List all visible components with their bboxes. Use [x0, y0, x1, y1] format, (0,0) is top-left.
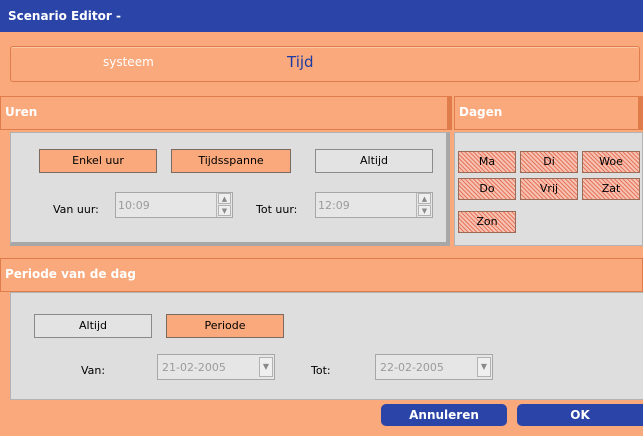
day-zon[interactable]: Zon — [458, 211, 516, 233]
tot-uur-value: 12:09 — [318, 199, 350, 212]
day-di[interactable]: Di — [520, 151, 578, 173]
altijd-periode-button[interactable]: Altijd — [34, 314, 152, 338]
arrow-down-icon[interactable]: ▼ — [418, 205, 431, 216]
day-woe[interactable]: Woe — [582, 151, 640, 173]
tab-underline — [0, 82, 643, 94]
enkel-uur-button[interactable]: Enkel uur — [39, 149, 157, 173]
tot-date-value: 22-02-2005 — [380, 361, 444, 374]
van-uur-spin-arrows: ▲ ▼ — [216, 193, 232, 217]
van-uur-value: 10:09 — [118, 199, 150, 212]
tot-uur-spinner[interactable]: 12:09 ▲ ▼ — [315, 192, 433, 218]
tot-uur-label: Tot uur: — [256, 203, 298, 216]
tot-date-select[interactable]: 22-02-2005 ▼ — [375, 354, 493, 380]
day-do[interactable]: Do — [458, 178, 516, 200]
tijdsspanne-button[interactable]: Tijdsspanne — [171, 149, 291, 173]
arrow-up-icon[interactable]: ▲ — [218, 193, 231, 204]
dagen-header: Dagen — [454, 96, 643, 130]
chevron-down-icon[interactable]: ▼ — [259, 357, 273, 377]
arrow-up-icon[interactable]: ▲ — [418, 193, 431, 204]
annuleren-button[interactable]: Annuleren — [381, 404, 507, 426]
uren-panel: Enkel uur Tijdsspanne Altijd Van uur: 10… — [10, 132, 450, 246]
day-ma[interactable]: Ma — [458, 151, 516, 173]
window-title: Scenario Editor - — [0, 0, 643, 32]
chevron-down-icon[interactable]: ▼ — [477, 357, 491, 377]
uren-header: Uren — [0, 96, 452, 130]
tab-tijd[interactable]: Tijd — [287, 53, 314, 71]
periode-button[interactable]: Periode — [166, 314, 284, 338]
van-label: Van: — [81, 364, 106, 377]
ok-button[interactable]: OK — [517, 404, 643, 426]
periode-header: Periode van de dag — [0, 258, 643, 292]
dagen-panel: Ma Di Woe Do Vrij Zat Zon — [454, 132, 643, 246]
periode-panel: Altijd Periode Van: 21-02-2005 ▼ Tot: 22… — [10, 292, 643, 400]
day-vrij[interactable]: Vrij — [520, 178, 578, 200]
day-zat[interactable]: Zat — [582, 178, 640, 200]
arrow-down-icon[interactable]: ▼ — [218, 205, 231, 216]
tot-uur-spin-arrows: ▲ ▼ — [416, 193, 432, 217]
van-date-value: 21-02-2005 — [162, 361, 226, 374]
van-uur-spinner[interactable]: 10:09 ▲ ▼ — [115, 192, 233, 218]
altijd-uren-button[interactable]: Altijd — [315, 149, 433, 173]
tab-bar: systeem Tijd — [10, 46, 640, 82]
van-date-select[interactable]: 21-02-2005 ▼ — [157, 354, 275, 380]
tot-label: Tot: — [311, 364, 331, 377]
van-uur-label: Van uur: — [53, 203, 99, 216]
tab-systeem[interactable]: systeem — [103, 55, 154, 69]
